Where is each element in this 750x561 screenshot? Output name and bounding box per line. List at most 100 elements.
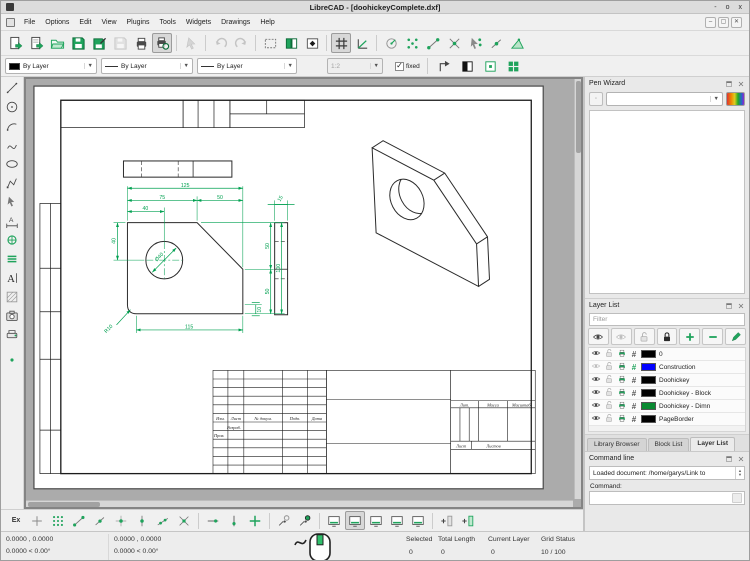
order-tool-button[interactable]: [3, 250, 22, 268]
snap-on-entity-button[interactable]: [90, 511, 110, 530]
lock-all-layers-button[interactable]: [656, 328, 678, 345]
mdi-minimize-button[interactable]: –: [705, 16, 716, 28]
mdi-restore-button[interactable]: ▢: [718, 16, 729, 28]
snap-distance-button[interactable]: [153, 511, 173, 530]
undo-button[interactable]: [210, 33, 230, 53]
layer-color-swatch[interactable]: [641, 350, 656, 358]
hide-all-layers-button[interactable]: [610, 328, 632, 345]
print-button[interactable]: [131, 33, 151, 53]
draw-ellipse-button[interactable]: [3, 155, 22, 173]
snap-intersection-button[interactable]: [174, 511, 194, 530]
image-tool-button[interactable]: [3, 307, 22, 325]
draw-line-button[interactable]: [3, 79, 22, 97]
snap-free-button[interactable]: [27, 511, 47, 530]
snap-middle-button[interactable]: [132, 511, 152, 530]
lock-relative-zero-button[interactable]: [295, 511, 315, 530]
drawing-canvas[interactable]: 125 75 50 40 40 Ø40 50 100 50 115 10 R10…: [24, 77, 583, 509]
corner-arrow-button[interactable]: [435, 56, 455, 76]
restrict-orthogonal-button[interactable]: [507, 33, 527, 53]
workspace-view-3-button[interactable]: [366, 511, 386, 530]
snap-endpoint-button[interactable]: [69, 511, 89, 530]
show-all-layers-button[interactable]: [588, 328, 609, 345]
zoom-window-button[interactable]: [302, 33, 322, 53]
pen-linetype-combo[interactable]: By Layer ▼: [101, 58, 193, 74]
menu-drawings[interactable]: Drawings: [216, 17, 255, 28]
hatch-tool-button[interactable]: [3, 288, 22, 306]
undock-icon[interactable]: [724, 301, 733, 310]
point-tool-button[interactable]: [3, 351, 22, 369]
command-history[interactable]: Loaded document: /home/garys/Link to ▲ ▼: [589, 466, 745, 480]
workspace-view-4-button[interactable]: [387, 511, 407, 530]
dock-tab-layer-list[interactable]: Layer List: [690, 437, 736, 451]
save-drawing-button[interactable]: [68, 33, 88, 53]
draw-circle-button[interactable]: [3, 98, 22, 116]
layer-row[interactable]: # PageBorder: [589, 413, 745, 426]
workspace-view-2-button[interactable]: [345, 511, 365, 530]
dock-tab-library-browser[interactable]: Library Browser: [587, 438, 647, 451]
layer-filter-input[interactable]: [589, 313, 745, 326]
dimension-tool-button[interactable]: A: [3, 212, 22, 230]
horizontal-scrollbar[interactable]: [26, 500, 573, 507]
fixed-checkbox-group[interactable]: ✓ fixed: [395, 61, 420, 71]
layer-construction-toggle[interactable]: #: [630, 376, 638, 385]
layer-lock-toggle[interactable]: [604, 410, 614, 428]
restrict-horizontal-button[interactable]: [203, 511, 223, 530]
snap-intersection-button[interactable]: [444, 33, 464, 53]
layer-construction-toggle[interactable]: #: [630, 389, 638, 398]
layer-print-toggle[interactable]: [617, 410, 627, 428]
snap-free-button[interactable]: [381, 33, 401, 53]
open-drawing-button[interactable]: [47, 33, 67, 53]
color-picker-button[interactable]: [726, 92, 745, 106]
print-preview-button[interactable]: [152, 33, 172, 53]
isometric-grid-button[interactable]: [352, 33, 372, 53]
unlock-all-layers-button[interactable]: [633, 328, 655, 345]
snap-auto-button[interactable]: [465, 33, 485, 53]
undock-icon[interactable]: [724, 79, 733, 88]
menu-file[interactable]: File: [19, 17, 40, 28]
entity-preview-button[interactable]: [481, 56, 501, 76]
menu-widgets[interactable]: Widgets: [181, 17, 216, 28]
block-tool-button[interactable]: [3, 326, 22, 344]
workspace-view-1-button[interactable]: [324, 511, 344, 530]
menu-tools[interactable]: Tools: [154, 17, 180, 28]
close-button[interactable]: x: [739, 4, 743, 11]
set-relative-zero-button[interactable]: [274, 511, 294, 530]
snap-grid-button[interactable]: [402, 33, 422, 53]
layer-construction-toggle[interactable]: #: [630, 363, 638, 372]
new-drawing-button[interactable]: [5, 33, 25, 53]
pen-wizard-list[interactable]: [589, 110, 745, 294]
layer-color-swatch[interactable]: [641, 402, 656, 410]
modify-layer-button[interactable]: [725, 328, 747, 345]
close-icon[interactable]: [736, 301, 745, 310]
selection-window-button[interactable]: [260, 33, 280, 53]
workspace-view-5-button[interactable]: [408, 511, 428, 530]
layer-construction-toggle[interactable]: #: [630, 402, 638, 411]
layer-visibility-toggle[interactable]: [591, 410, 601, 428]
layer-color-swatch[interactable]: [641, 415, 656, 423]
history-spinner[interactable]: ▲ ▼: [735, 467, 744, 479]
snap-center-button[interactable]: [111, 511, 131, 530]
vertical-scrollbar-thumb[interactable]: [576, 81, 581, 153]
exclusive-snap-button[interactable]: Ex: [6, 511, 26, 530]
select-pointer-button[interactable]: [181, 33, 201, 53]
vertical-scrollbar[interactable]: [574, 79, 581, 499]
dock-tab-block-list[interactable]: Block List: [647, 438, 690, 451]
undock-icon[interactable]: [724, 454, 733, 463]
menu-help[interactable]: Help: [255, 17, 279, 28]
text-tool-button[interactable]: A: [3, 269, 22, 287]
command-options-button[interactable]: [732, 493, 742, 503]
save-as-button[interactable]: [89, 33, 109, 53]
pen-wizard-combo[interactable]: ▼: [606, 92, 723, 106]
add-toolbar-alt-button[interactable]: [458, 511, 478, 530]
pen-color-combo[interactable]: By Layer ▼: [5, 58, 97, 74]
add-layer-button[interactable]: [679, 328, 701, 345]
layer-construction-toggle[interactable]: #: [630, 350, 638, 359]
add-toolbar-button[interactable]: [437, 511, 457, 530]
redo-button[interactable]: [231, 33, 251, 53]
modify-tool-button[interactable]: [3, 231, 22, 249]
command-input[interactable]: [590, 492, 732, 504]
palette-grid-button[interactable]: [504, 56, 524, 76]
previous-view-button[interactable]: [281, 33, 301, 53]
restrict-nothing-button[interactable]: [245, 511, 265, 530]
pen-wizard-apply-button[interactable]: ▫: [589, 92, 603, 106]
